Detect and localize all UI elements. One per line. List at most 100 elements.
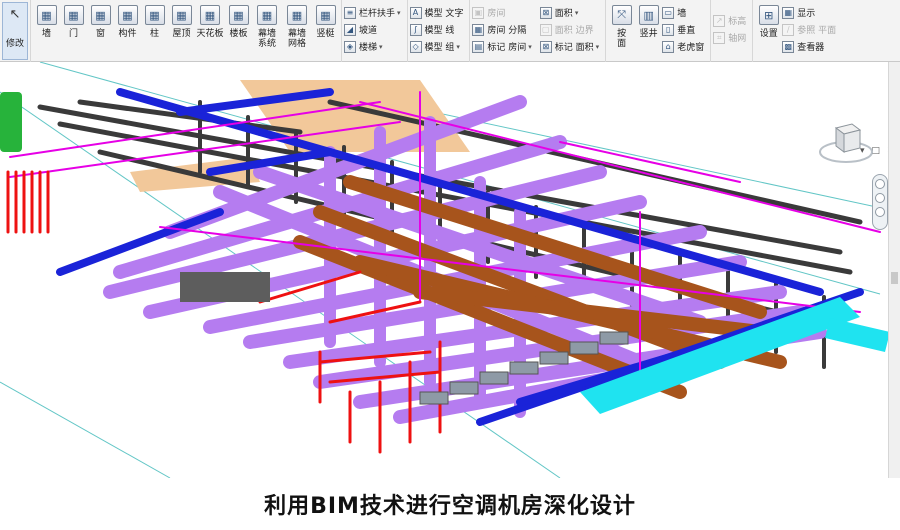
modify-label: 修改 (5, 39, 24, 49)
model-group-button[interactable]: ◇ 模型 组 ▾ (409, 38, 468, 55)
model-text-label: 模型 文字 (424, 9, 464, 19)
show-icon: ▦ (782, 6, 795, 19)
revit-window: ↖ 修改 ▦ 墙 ▦ 门 ▦ 窗 ▦ 构件 ▦ 柱 ▦ 屋顶 ▦ 天花板 ▦ 楼板 ▦ 幕墙 系统 ▦ 幕墙 网格 ▦ 竖… (0, 0, 900, 530)
build-button-label: 窗 (95, 29, 105, 39)
area-label: 面积 (554, 9, 573, 19)
ref-plane-icon: ∕ (782, 23, 795, 36)
scrollbar-thumb[interactable] (891, 272, 898, 284)
wall-opening-icon: ▭ (662, 6, 675, 19)
door-icon: ▦ (63, 5, 84, 25)
ramp-button[interactable]: ◢ 坡道 (344, 21, 405, 38)
show-workplane-button[interactable]: ▦ 显示 (782, 4, 840, 21)
model-text-icon: A (409, 6, 422, 19)
caption-text: 利用BIM技术进行空调机房深化设计 (264, 494, 636, 519)
viewer-icon: ▩ (782, 40, 795, 53)
wall-opening-label: 墙 (677, 9, 687, 19)
workplane-grid-icon: ⊞ (758, 5, 779, 25)
build-button-0[interactable]: ▦ 墙 (33, 2, 60, 58)
build-button-1[interactable]: ▦ 门 (60, 2, 87, 58)
curtain-grid-icon: ▦ (287, 5, 307, 25)
ref-plane-label: 参照 平面 (797, 26, 837, 36)
build-button-2[interactable]: ▦ 窗 (87, 2, 114, 58)
curtain-system-icon: ▦ (257, 5, 277, 25)
mullion-icon: ▦ (315, 5, 336, 25)
set-workplane-label: 设置 (759, 29, 778, 39)
build-button-8[interactable]: ▦ 幕墙 系统 (252, 2, 282, 58)
level-button[interactable]: ↗ 标高 (713, 12, 750, 29)
tag-area-button[interactable]: ⊠ 标记 面积 ▾ (539, 38, 603, 55)
vertical-scrollbar[interactable] (888, 62, 900, 478)
pump-base (419, 391, 449, 405)
by-face-icon: ⤧ (611, 5, 632, 25)
model-line-icon: ʃ (409, 23, 422, 36)
grid-icon: ⌗ (713, 31, 726, 44)
tag-area-label: 标记 面积 (554, 43, 594, 53)
pan-icon[interactable] (875, 207, 885, 217)
by-face-label: 按 面 (617, 29, 627, 49)
show-label: 显示 (797, 9, 816, 19)
modify-button[interactable]: ↖ 修改 (2, 2, 28, 60)
room-separator-button[interactable]: ▦ 房间 分隔 (472, 21, 535, 38)
zoom-icon[interactable] (875, 193, 885, 203)
column-icon: ▦ (144, 5, 165, 25)
component-icon: ▦ (117, 5, 138, 25)
area-button[interactable]: ⊠ 面积 ▾ (539, 4, 603, 21)
build-button-label: 柱 (149, 29, 159, 39)
ref-plane-button[interactable]: ∕ 参照 平面 (782, 21, 840, 38)
viewer-label: 查看器 (797, 43, 825, 53)
model-group: A 模型 文字 ʃ 模型 线 ◇ 模型 组 ▾ (408, 0, 471, 62)
build-button-7[interactable]: ▦ 楼板 (225, 2, 252, 58)
room-button[interactable]: ▣ 房间 (472, 4, 535, 21)
grid-label: 轴网 (728, 34, 747, 44)
navigation-bar[interactable] (872, 174, 888, 230)
vertical-opening-button[interactable]: ▯ 垂直 (662, 21, 708, 38)
set-workplane-button[interactable]: ⊞ 设置 (755, 2, 782, 58)
model-line-label: 模型 线 (424, 26, 455, 36)
room-area-group: ▣ 房间 ▦ 房间 分隔 ▤ 标记 房间 ▾ ⊠ 面积 ▾ ▢ 面积 边界 ⊠ 标记 面积 ▾ (470, 0, 607, 62)
room-icon: ▣ (472, 6, 485, 19)
area-boundary-label: 面积 边界 (554, 26, 594, 36)
grid-button[interactable]: ⌗ 轴网 (713, 29, 750, 46)
build-button-3[interactable]: ▦ 构件 (114, 2, 141, 58)
build-button-5[interactable]: ▦ 屋顶 (168, 2, 195, 58)
stair-label: 楼梯 (359, 43, 378, 53)
steering-wheel-icon[interactable] (875, 179, 885, 189)
circulation-group: ≡ 栏杆扶手 ▾ ◢ 坡道 ◈ 楼梯 ▾ (342, 0, 408, 62)
3d-view[interactable]: ▾ □ ✕ (0, 62, 900, 478)
tag-room-label: 标记 房间 (487, 43, 527, 53)
viewcube[interactable] (818, 114, 874, 166)
cursor-arrow-icon: ↖ (9, 7, 21, 22)
vertical-opening-icon: ▯ (662, 23, 675, 36)
tag-room-button[interactable]: ▤ 标记 房间 ▾ (472, 38, 535, 55)
build-button-label: 屋顶 (172, 29, 191, 39)
pump-base (449, 381, 479, 395)
build-button-6[interactable]: ▦ 天花板 (195, 2, 225, 58)
build-button-label: 楼板 (229, 29, 248, 39)
railing-label: 栏杆扶手 (359, 9, 396, 19)
room-separator-label: 房间 分隔 (487, 26, 527, 36)
build-button-10[interactable]: ▦ 竖梃 (312, 2, 339, 58)
viewer-button[interactable]: ▩ 查看器 (782, 38, 840, 55)
shaft-button[interactable]: ▥ 竖井 (635, 2, 662, 58)
build-button-label: 门 (68, 29, 78, 39)
roof-icon: ▦ (171, 5, 192, 25)
build-group: ▦ 墙 ▦ 门 ▦ 窗 ▦ 构件 ▦ 柱 ▦ 屋顶 ▦ 天花板 ▦ 楼板 ▦ 幕墙 系统 ▦ 幕墙 网格 ▦ 竖梃 (31, 0, 342, 62)
model-line-button[interactable]: ʃ 模型 线 (409, 21, 468, 38)
dormer-icon: ⌂ (662, 40, 675, 53)
build-button-4[interactable]: ▦ 柱 (141, 2, 168, 58)
chiller-unit (180, 272, 270, 302)
by-face-button[interactable]: ⤧ 按 面 (608, 2, 635, 58)
dormer-button[interactable]: ⌂ 老虎窗 (662, 38, 708, 55)
area-boundary-button[interactable]: ▢ 面积 边界 (539, 21, 603, 38)
shaft-icon: ▥ (638, 5, 659, 25)
wall-opening-button[interactable]: ▭ 墙 (662, 4, 708, 21)
model-group-label: 模型 组 (424, 43, 455, 53)
model-text-button[interactable]: A 模型 文字 (409, 4, 468, 21)
area-boundary-icon: ▢ (539, 23, 552, 36)
build-button-label: 竖梃 (316, 29, 335, 39)
stair-button[interactable]: ◈ 楼梯 ▾ (344, 38, 405, 55)
build-button-label: 天花板 (196, 29, 224, 39)
railing-button[interactable]: ≡ 栏杆扶手 ▾ (344, 4, 405, 21)
build-button-9[interactable]: ▦ 幕墙 网格 (282, 2, 312, 58)
ramp-icon: ◢ (344, 23, 356, 36)
